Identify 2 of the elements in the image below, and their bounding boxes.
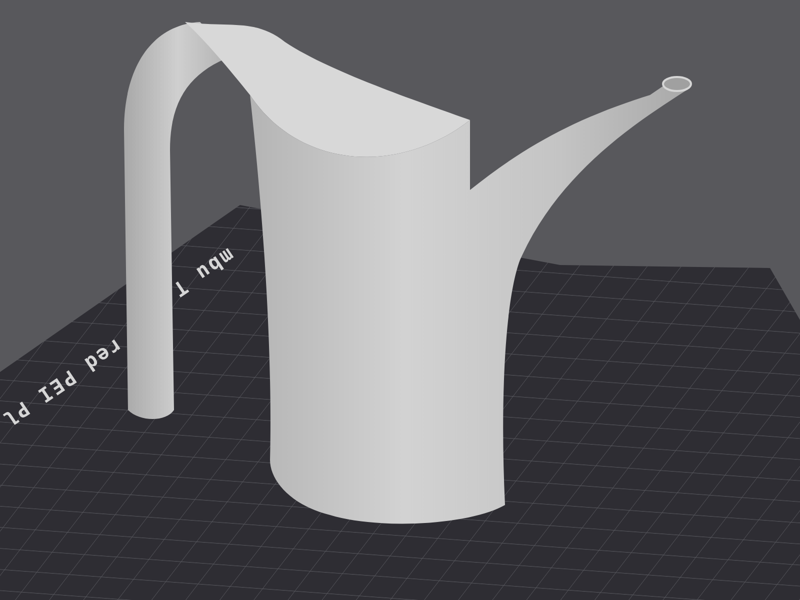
plate-label: red PEI Pl xyxy=(0,332,128,434)
plate-label: mbu T xyxy=(166,242,240,305)
